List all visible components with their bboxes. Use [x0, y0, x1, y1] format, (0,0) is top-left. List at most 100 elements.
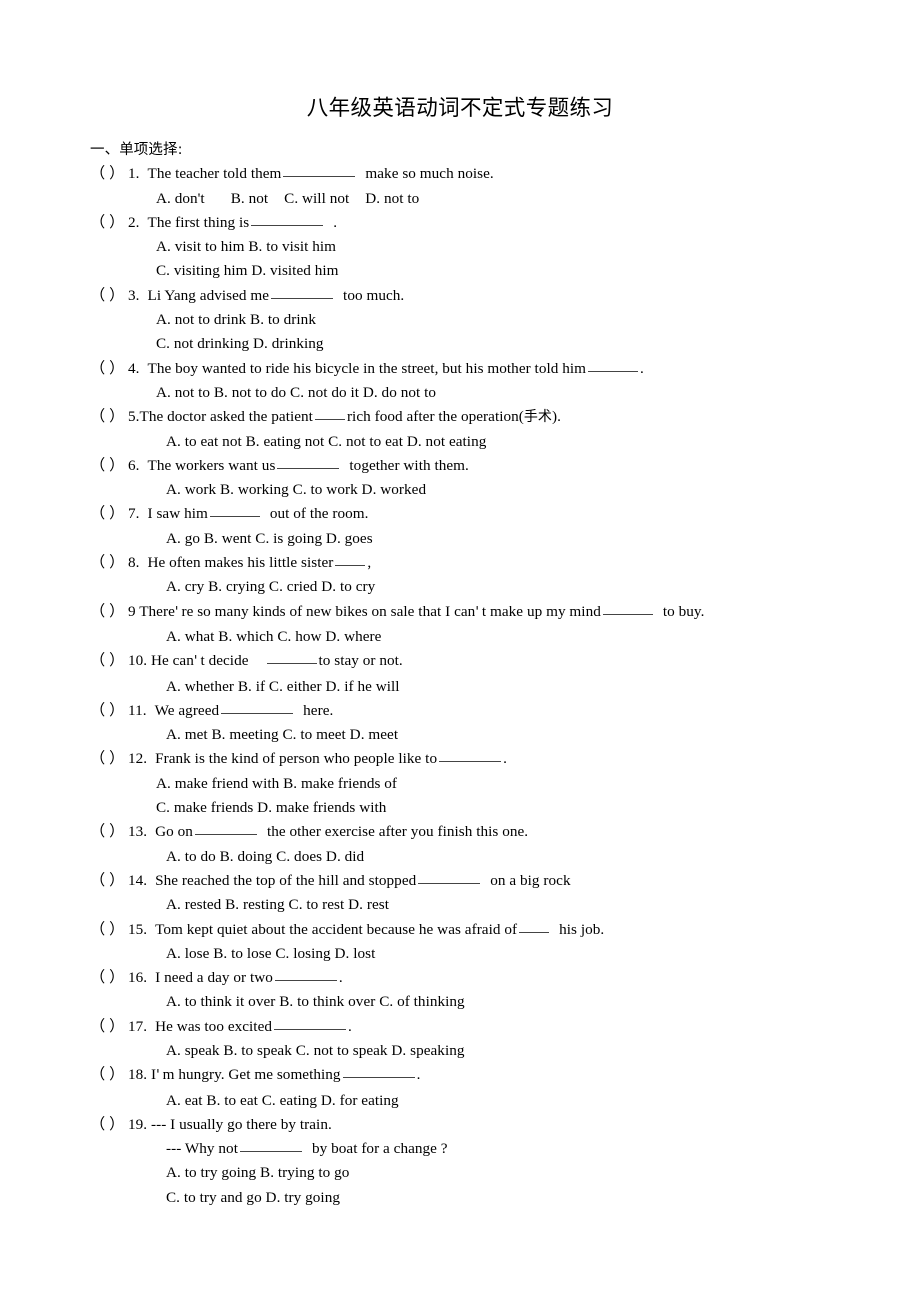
question-stem-8: （ ） 8. He often makes his little sister, — [90, 551, 900, 575]
answer-blank-11[interactable] — [221, 700, 294, 714]
page-title: 八年级英语动词不定式专题练习 — [306, 96, 614, 121]
answer-blank-16[interactable] — [274, 967, 337, 982]
question-text-5b: rich food after the operation( — [346, 408, 524, 426]
question-text-9c: t make up my mind — [481, 602, 601, 620]
question-number-13: 13. — [128, 823, 148, 841]
answer-bracket-14[interactable]: （ ） — [90, 869, 128, 893]
question-options-3-row1[interactable]: A. not to drink B. to drink — [90, 308, 900, 332]
question-text-3b: too much. — [343, 286, 405, 304]
question-text-16b: . — [338, 969, 343, 987]
question-options-17[interactable]: A. speak B. to speak C. not to speak D. … — [90, 1039, 900, 1063]
answer-blank-13[interactable] — [194, 821, 257, 836]
option-d-1[interactable]: D. not to — [365, 190, 419, 207]
answer-bracket-19[interactable]: （ ） — [90, 1113, 128, 1137]
option-c-1[interactable]: C. will not — [284, 190, 349, 207]
answer-blank-10[interactable] — [266, 650, 317, 665]
question-text-18a: 18. I — [128, 1066, 157, 1084]
question-number-4: 4. — [128, 359, 140, 377]
question-number-11: 11. — [128, 701, 147, 719]
question-stem-9: （ ） 9 There 're so many kinds of new bikes… — [90, 600, 900, 625]
answer-blank-14[interactable] — [418, 870, 481, 884]
question-text-10c: to stay or not. — [318, 652, 403, 670]
question-stem-4: （ ） 4. The boy wanted to ride his bicycle … — [90, 357, 900, 381]
answer-blank-19[interactable] — [239, 1138, 302, 1153]
answer-bracket-12[interactable]: （ ） — [90, 747, 128, 771]
answer-blank-4[interactable] — [588, 358, 639, 372]
answer-blank-15[interactable] — [519, 919, 550, 933]
answer-bracket-18[interactable]: （ ） — [90, 1063, 128, 1087]
answer-blank-3[interactable] — [271, 285, 334, 299]
question-options-15[interactable]: A. lose B. to lose C. losing D. lost — [90, 942, 900, 966]
question-options-19-row1[interactable]: A. to try going B. trying to go — [90, 1161, 900, 1185]
question-text-14b: on a big rock — [490, 871, 571, 889]
question-text-10b: t decide — [200, 652, 249, 670]
question-text-13b: the other exercise after you finish this… — [266, 823, 529, 841]
question-text-19a: 19. --- I usually go there by train. — [128, 1115, 332, 1133]
option-b-1[interactable]: B. not — [231, 190, 268, 207]
answer-bracket-16[interactable]: （ ） — [90, 966, 128, 990]
answer-bracket-11[interactable]: （ ） — [90, 699, 128, 723]
question-text-15a: Tom kept quiet about the accident becaus… — [155, 920, 518, 938]
question-options-8[interactable]: A. cry B. crying C. cried D. to cry — [90, 575, 900, 599]
answer-bracket-8[interactable]: （ ） — [90, 551, 128, 575]
answer-bracket-13[interactable]: （ ） — [90, 820, 128, 844]
question-number-8: 8. — [128, 554, 140, 572]
question-options-5[interactable]: A. to eat not B. eating not C. not to ea… — [90, 430, 900, 454]
answer-bracket-9[interactable]: （ ） — [90, 600, 128, 624]
question-options-13[interactable]: A. to do B. doing C. does D. did — [90, 845, 900, 869]
answer-bracket-1[interactable]: （ ） — [90, 162, 128, 186]
question-options-11[interactable]: A. met B. meeting C. to meet D. meet — [90, 723, 900, 747]
answer-blank-2[interactable] — [251, 212, 324, 226]
question-stem-17: （ ） 17. He was too excited. — [90, 1015, 900, 1039]
question-text-17b: . — [348, 1017, 352, 1035]
question-stem-6: （ ） 6. The workers want us together with th… — [90, 454, 900, 478]
question-options-7[interactable]: A. go B. went C. is going D. goes — [90, 527, 900, 551]
question-number-7: 7. — [128, 505, 140, 523]
question-options-2-row2[interactable]: C. visiting him D. visited him — [90, 259, 900, 283]
question-options-10[interactable]: A. whether B. if C. either D. if he will — [90, 675, 900, 699]
answer-blank-9[interactable] — [602, 601, 653, 615]
answer-bracket-15[interactable]: （ ） — [90, 918, 128, 942]
question-options-2-row1[interactable]: A. visit to him B. to visit him — [90, 235, 900, 259]
question-stem-15: （ ） 15. Tom kept quiet about the accident … — [90, 918, 900, 942]
question-text-15b: his job. — [559, 920, 605, 938]
answer-bracket-5[interactable]: （ ） — [90, 405, 128, 429]
question-options-1[interactable]: A. don't B. not C. will not D. not to — [90, 187, 900, 211]
answer-blank-5[interactable] — [314, 406, 345, 421]
question-options-6[interactable]: A. work B. working C. to work D. worked — [90, 478, 900, 502]
answer-bracket-17[interactable]: （ ） — [90, 1015, 128, 1039]
answer-bracket-7[interactable]: （ ） — [90, 502, 128, 526]
question-number-16: 16. — [128, 969, 148, 987]
question-options-3-row2[interactable]: C. not drinking D. drinking — [90, 332, 900, 356]
answer-blank-1[interactable] — [283, 163, 356, 178]
question-text-11b: here. — [303, 701, 334, 719]
question-options-9[interactable]: A. what B. which C. how D. where — [90, 625, 900, 649]
answer-blank-8[interactable] — [335, 552, 366, 567]
answer-blank-7[interactable] — [209, 503, 260, 518]
question-text-8b: , — [367, 554, 372, 572]
question-text-8a: He often makes his little sister — [147, 554, 334, 572]
option-a-1[interactable]: A. don't — [156, 190, 205, 207]
question-options-14[interactable]: A. rested B. resting C. to rest D. rest — [90, 893, 900, 917]
question-text-7a: I saw him — [147, 505, 208, 523]
question-stem-2: （ ） 2. The first thing is. — [90, 211, 900, 235]
apostrophe-icon-9b: ' — [475, 604, 482, 620]
answer-blank-6[interactable] — [277, 455, 340, 469]
question-options-19-row2[interactable]: C. to try and go D. try going — [90, 1186, 900, 1210]
question-options-12-row1[interactable]: A. make friend with B. make friends of — [90, 772, 900, 796]
answer-bracket-3[interactable]: （ ） — [90, 284, 128, 308]
question-text-1b: make so much noise. — [365, 165, 494, 183]
answer-bracket-2[interactable]: （ ） — [90, 211, 128, 235]
question-options-18[interactable]: A. eat B. to eat C. eating D. for eating — [90, 1089, 900, 1113]
question-options-16[interactable]: A. to think it over B. to think over C. … — [90, 990, 900, 1014]
answer-blank-17[interactable] — [274, 1016, 347, 1030]
question-stem-7: （ ） 7. I saw him out of the room. — [90, 502, 900, 526]
question-options-4[interactable]: A. not to B. not to do C. not do it D. d… — [90, 381, 900, 405]
question-options-12-row2[interactable]: C. make friends D. make friends with — [90, 796, 900, 820]
answer-blank-18[interactable] — [342, 1064, 415, 1079]
question-stem-12: （ ） 12. Frank is the kind of person who pe… — [90, 747, 900, 771]
answer-bracket-4[interactable]: （ ） — [90, 357, 128, 381]
answer-bracket-6[interactable]: （ ） — [90, 454, 128, 478]
answer-blank-12[interactable] — [439, 748, 502, 763]
answer-bracket-10[interactable]: （ ） — [90, 649, 128, 673]
